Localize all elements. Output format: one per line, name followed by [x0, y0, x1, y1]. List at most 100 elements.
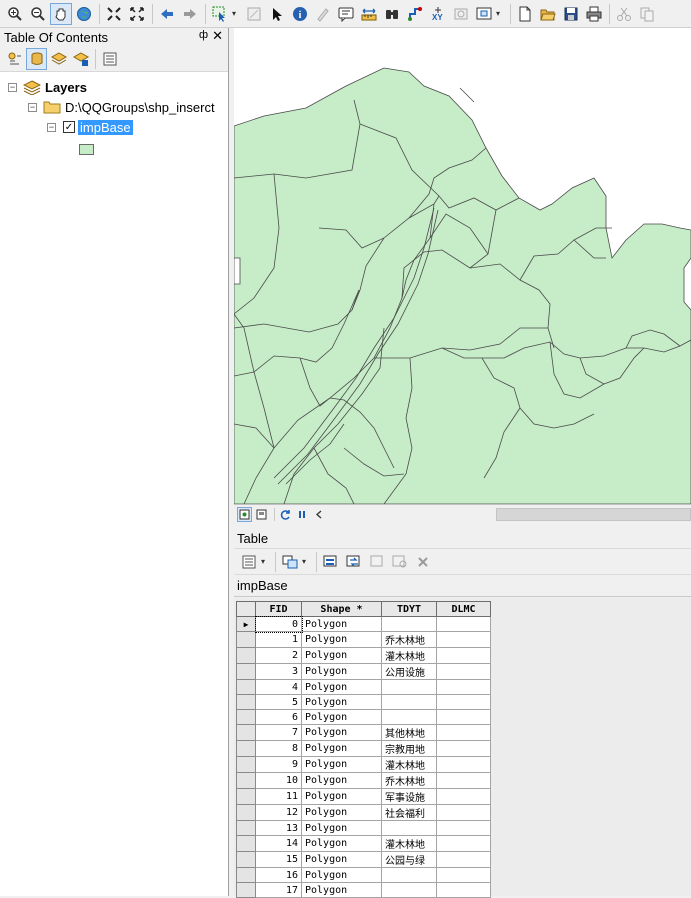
html-popup-icon[interactable] — [335, 3, 357, 25]
cell-shape[interactable]: Polygon — [301, 647, 382, 664]
cell-tdyt[interactable]: 灌木林地 — [381, 647, 437, 664]
cell-dlmc[interactable] — [436, 616, 491, 632]
zoom-to-selected-icon[interactable] — [389, 551, 411, 573]
identify-icon[interactable]: i — [289, 3, 311, 25]
table-row[interactable]: 13 Polygon — [236, 820, 491, 836]
row-selector[interactable] — [236, 663, 256, 680]
cell-fid[interactable]: 6 — [255, 709, 302, 725]
refresh-icon[interactable] — [278, 507, 293, 522]
cell-dlmc[interactable] — [436, 740, 491, 757]
related-tables-icon[interactable] — [279, 551, 301, 573]
full-extent-icon[interactable] — [73, 3, 95, 25]
table-row[interactable]: 9 Polygon 灌木林地 — [236, 756, 491, 773]
data-view-icon[interactable] — [237, 507, 252, 522]
select-features-icon[interactable] — [209, 3, 231, 25]
fixed-zoom-in-icon[interactable] — [103, 3, 125, 25]
table-row[interactable]: 17 Polygon — [236, 882, 491, 898]
row-selector[interactable]: ▶ — [236, 616, 256, 632]
zoom-out-icon[interactable] — [27, 3, 49, 25]
row-selector[interactable] — [236, 804, 256, 821]
table-row[interactable]: 10 Polygon 乔木林地 — [236, 772, 491, 789]
table-row[interactable]: 6 Polygon — [236, 709, 491, 725]
close-icon[interactable]: ✕ — [212, 28, 223, 44]
cell-shape[interactable]: Polygon — [301, 740, 382, 757]
clear-selection-icon[interactable] — [366, 551, 388, 573]
hyperlink-icon[interactable] — [312, 3, 334, 25]
tree-row-folder[interactable]: − D:\QQGroups\shp_inserct — [28, 98, 215, 116]
cell-dlmc[interactable] — [436, 724, 491, 741]
cell-fid[interactable]: 3 — [255, 663, 302, 680]
cell-dlmc[interactable] — [436, 804, 491, 821]
cell-shape[interactable]: Polygon — [301, 631, 382, 648]
legend-swatch[interactable] — [79, 143, 94, 155]
find-icon[interactable] — [381, 3, 403, 25]
cell-shape[interactable]: Polygon — [301, 788, 382, 805]
cell-tdyt[interactable] — [381, 820, 437, 836]
column-header-tdyt[interactable]: TDYT — [381, 601, 437, 617]
cell-dlmc[interactable] — [436, 772, 491, 789]
cell-tdyt[interactable] — [381, 882, 437, 898]
cell-tdyt[interactable] — [381, 694, 437, 710]
tree-row-layers[interactable]: − Layers — [8, 78, 87, 96]
row-selector[interactable] — [236, 694, 256, 710]
select-by-attributes-icon[interactable] — [320, 551, 342, 573]
row-selector[interactable] — [236, 709, 256, 725]
column-header-fid[interactable]: FID — [255, 601, 302, 617]
map-view[interactable] — [233, 28, 691, 505]
cell-fid[interactable]: 7 — [255, 724, 302, 741]
table-tab-impbase[interactable]: impBase — [234, 575, 691, 597]
new-document-icon[interactable] — [514, 3, 536, 25]
table-row[interactable]: 4 Polygon — [236, 679, 491, 695]
table-row[interactable]: 15 Polygon 公园与绿 — [236, 851, 491, 868]
row-selector[interactable] — [236, 882, 256, 898]
cell-fid[interactable]: 13 — [255, 820, 302, 836]
column-header-shape[interactable]: Shape * — [301, 601, 382, 617]
copy-icon[interactable] — [636, 3, 658, 25]
cell-tdyt[interactable]: 灌木林地 — [381, 756, 437, 773]
cell-fid[interactable]: 10 — [255, 772, 302, 789]
collapse-icon[interactable]: − — [8, 82, 17, 92]
cell-shape[interactable]: Polygon — [301, 804, 382, 821]
cut-icon[interactable] — [613, 3, 635, 25]
cell-shape[interactable]: Polygon — [301, 616, 382, 632]
cell-fid[interactable]: 9 — [255, 756, 302, 773]
scroll-left-icon[interactable] — [312, 507, 327, 522]
time-slider-icon[interactable] — [450, 3, 472, 25]
tree-row-legend[interactable] — [79, 140, 94, 158]
cell-fid[interactable]: 1 — [255, 631, 302, 648]
cell-dlmc[interactable] — [436, 851, 491, 868]
row-selector[interactable] — [236, 631, 256, 648]
zoom-in-icon[interactable] — [4, 3, 26, 25]
cell-fid[interactable]: 5 — [255, 694, 302, 710]
cell-fid[interactable]: 16 — [255, 867, 302, 883]
cell-fid[interactable]: 11 — [255, 788, 302, 805]
measure-icon[interactable] — [358, 3, 380, 25]
cell-shape[interactable]: Polygon — [301, 867, 382, 883]
cell-dlmc[interactable] — [436, 709, 491, 725]
cell-tdyt[interactable] — [381, 616, 437, 632]
chevron-down-icon[interactable]: ▾ — [496, 9, 504, 18]
row-selector[interactable] — [236, 724, 256, 741]
row-selector[interactable] — [236, 740, 256, 757]
row-selector[interactable] — [236, 679, 256, 695]
cell-tdyt[interactable]: 军事设施 — [381, 788, 437, 805]
cell-fid[interactable]: 2 — [255, 647, 302, 664]
collapse-icon[interactable]: − — [47, 122, 56, 132]
pause-drawing-icon[interactable] — [295, 507, 310, 522]
table-row[interactable]: 12 Polygon 社会福利 — [236, 804, 491, 821]
list-by-drawing-order-icon[interactable] — [4, 48, 25, 70]
cell-shape[interactable]: Polygon — [301, 882, 382, 898]
table-row[interactable]: 8 Polygon 宗教用地 — [236, 740, 491, 757]
forward-extent-icon[interactable] — [179, 3, 201, 25]
list-by-visibility-icon[interactable] — [48, 48, 69, 70]
layer-label[interactable]: impBase — [78, 119, 133, 135]
delete-selected-icon[interactable] — [412, 551, 434, 573]
cell-fid[interactable]: 0 — [254, 615, 303, 633]
column-header-dlmc[interactable]: DLMC — [436, 601, 491, 617]
pin-icon[interactable]: ф — [199, 29, 208, 41]
cell-shape[interactable]: Polygon — [301, 851, 382, 868]
options-icon[interactable] — [99, 48, 120, 70]
cell-tdyt[interactable]: 乔木林地 — [381, 631, 437, 648]
pan-icon[interactable] — [50, 2, 72, 25]
chevron-down-icon[interactable]: ▾ — [302, 557, 310, 566]
